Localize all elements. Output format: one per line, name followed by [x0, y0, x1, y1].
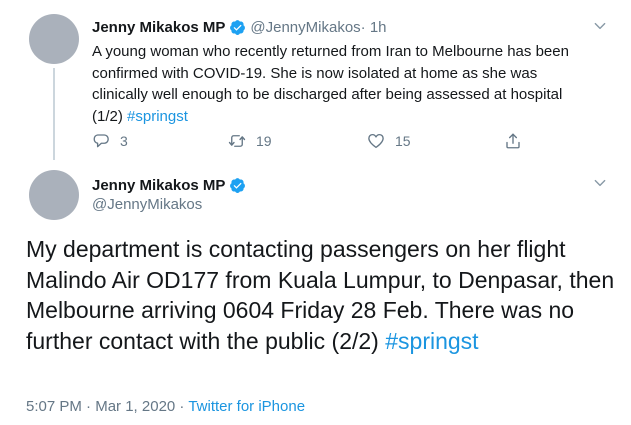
tweet-source-link[interactable]: Twitter for iPhone [188, 398, 305, 415]
author-name[interactable]: Jenny Mikakos MP [92, 19, 225, 36]
meta-separator: · [81, 398, 96, 415]
avatar[interactable] [29, 14, 79, 64]
avatar[interactable] [29, 170, 79, 220]
reply-icon [93, 134, 109, 148]
chevron-down-icon[interactable] [593, 19, 607, 33]
meta-separator: · [175, 398, 189, 415]
author-handle[interactable]: @JennyMikakos [92, 196, 202, 213]
share-button[interactable] [504, 130, 522, 152]
tweet-date[interactable]: Mar 1, 2020 [95, 398, 175, 415]
like-count: 15 [395, 133, 411, 149]
thread-connector-line [53, 68, 55, 160]
tweet-time[interactable]: 5:07 PM [26, 398, 82, 415]
like-icon [368, 133, 384, 149]
chevron-down-icon[interactable] [593, 176, 607, 190]
share-icon [506, 133, 520, 149]
author-name[interactable]: Jenny Mikakos MP [92, 177, 225, 194]
verified-badge-icon [230, 19, 246, 35]
retweet-count: 19 [256, 133, 272, 149]
reply-count: 3 [120, 133, 128, 149]
tweet-text: My department is contacting passengers o… [26, 234, 616, 356]
tweet-meta: 5:07 PM · Mar 1, 2020 · Twitter for iPho… [26, 398, 305, 415]
hashtag-link[interactable]: #springst [385, 328, 478, 354]
like-button[interactable]: 15 [367, 130, 411, 152]
tweet-actions: 3 19 15 [92, 130, 532, 152]
retweet-button[interactable]: 19 [228, 130, 272, 152]
tweet-timestamp[interactable]: · 1h [361, 19, 387, 36]
reply-button[interactable]: 3 [92, 130, 128, 152]
author-handle[interactable]: @JennyMikakos [250, 19, 360, 36]
verified-badge-icon [230, 177, 246, 193]
tweet-text: A young woman who recently returned from… [92, 41, 592, 127]
tweet-header: Jenny Mikakos MP [92, 174, 250, 196]
hashtag-link[interactable]: #springst [127, 108, 188, 125]
tweet-header: Jenny Mikakos MP @JennyMikakos · 1h [92, 16, 387, 38]
retweet-icon [228, 135, 246, 147]
tweet-text-content: My department is contacting passengers o… [26, 236, 615, 354]
